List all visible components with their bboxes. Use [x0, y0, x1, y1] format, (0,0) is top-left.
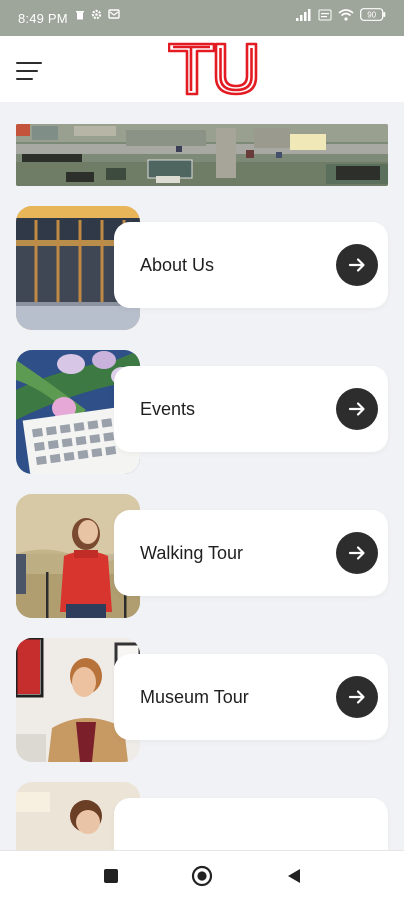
app-header: TU	[0, 36, 404, 102]
status-system-icons: 90	[296, 8, 386, 21]
arrow-right-button[interactable]	[336, 676, 378, 718]
status-notification-icons	[75, 9, 120, 20]
recents-button[interactable]	[100, 865, 122, 887]
card-panel[interactable]: Events	[114, 366, 388, 452]
status-time: 8:49 PM	[18, 11, 68, 26]
arrow-right-icon	[348, 690, 365, 704]
card-label: Events	[140, 399, 196, 419]
hamburger-menu-icon	[16, 62, 42, 64]
gear-icon	[91, 9, 102, 20]
card-panel[interactable]	[114, 798, 388, 850]
battery-icon: 90	[360, 8, 386, 21]
arrow-right-icon	[348, 258, 365, 272]
tu-logo: TU	[167, 42, 260, 96]
system-nav-bar	[0, 850, 404, 901]
home-button[interactable]	[191, 865, 213, 887]
trash-icon	[76, 11, 84, 20]
menu-button[interactable]	[16, 60, 42, 82]
arrow-right-button[interactable]	[336, 532, 378, 574]
arrow-right-icon	[348, 402, 365, 416]
back-button[interactable]	[283, 865, 305, 887]
arrow-right-button[interactable]	[336, 244, 378, 286]
signal-icon	[296, 8, 311, 21]
arrow-right-icon	[348, 546, 365, 560]
main-content[interactable]: About Us Events Walking Tour Museum Tour	[0, 102, 404, 850]
card-events[interactable]: Events	[16, 350, 388, 474]
status-bar: 8:49 PM 90	[0, 0, 404, 36]
triangle-back-icon	[288, 869, 300, 883]
card-panel[interactable]: Walking Tour	[114, 510, 388, 596]
battery-level: 90	[367, 11, 376, 20]
card-about-us[interactable]: About Us	[16, 206, 388, 330]
volte-icon	[318, 9, 332, 20]
card-walking-tour[interactable]: Walking Tour	[16, 494, 388, 618]
card-label: About Us	[140, 255, 215, 275]
card-panel[interactable]: Museum Tour	[114, 654, 388, 740]
card-panel[interactable]: About Us	[114, 222, 388, 308]
square-recents-icon	[104, 869, 118, 883]
message-icon	[108, 9, 120, 19]
card-museum-tour[interactable]: Museum Tour	[16, 638, 388, 762]
circle-home-icon	[191, 865, 213, 887]
arrow-right-button[interactable]	[336, 388, 378, 430]
card-label: Museum Tour	[140, 687, 249, 707]
wifi-icon	[338, 8, 354, 21]
tu-logo-icon: TU	[167, 42, 258, 96]
card-label: Walking Tour	[140, 543, 244, 563]
campus-aerial-banner[interactable]	[16, 124, 388, 186]
aerial-map-image	[16, 124, 388, 186]
card-partial[interactable]	[16, 782, 388, 850]
